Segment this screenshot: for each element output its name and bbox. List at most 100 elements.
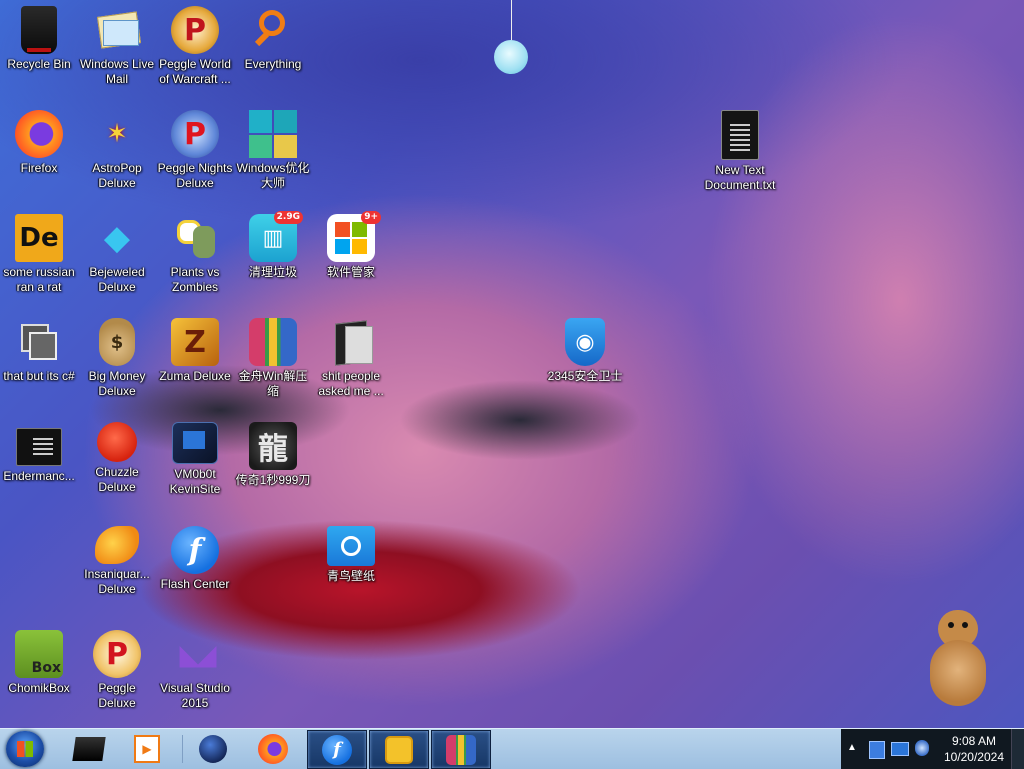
icon-label: Visual Studio 2015 [160, 681, 230, 710]
taskbar-app-console[interactable] [60, 730, 118, 767]
globe-icon [199, 734, 227, 763]
desktop-icon-2345-security[interactable]: ◉ 2345安全卫士 [546, 316, 624, 384]
icon-label: Firefox [20, 161, 58, 175]
icon-label: shit people asked me ... [318, 369, 384, 398]
icon-label: AstroPop Deluxe [92, 161, 142, 190]
desktop-icon-new-text-document[interactable]: New Text Document.txt [701, 108, 779, 192]
icon-label: Peggle World of Warcraft ... [159, 57, 231, 86]
magnifier-icon [249, 6, 297, 54]
clock[interactable]: 9:08 AM 10/20/2024 [944, 733, 1004, 765]
clock-date: 10/20/2024 [943, 750, 1004, 764]
system-tray: ▲ 9:08 AM 10/20/2024 [841, 729, 1024, 769]
windows-stack-icon [15, 318, 63, 366]
hanging-bird-ornament [511, 0, 512, 40]
start-button[interactable] [6, 731, 44, 767]
firefox-icon [15, 110, 63, 158]
icon-label: Plants vs Zombies [170, 265, 220, 294]
desktop-icon-peggle-nights-deluxe[interactable]: P Peggle Nights Deluxe [156, 108, 234, 190]
taskbar-app-media-player[interactable]: ▶ [118, 730, 176, 767]
media-player-icon: ▶ [134, 734, 160, 763]
chomikbox-icon: Box [15, 630, 63, 678]
desktop-icon-windows-optimizer[interactable]: Windows优化大师 [234, 108, 312, 190]
zuma-icon: Z [171, 318, 219, 366]
archive-icon [249, 318, 297, 366]
recycle-bin-icon [21, 6, 57, 54]
taskbar-app-globe[interactable] [184, 730, 242, 767]
icon-label: New Text Document.txt [704, 163, 776, 192]
desktop-icon-bluebird-wallpaper[interactable]: 青鸟壁纸 [312, 524, 390, 584]
icon-label: ChomikBox [8, 681, 70, 695]
desktop-icon-legend-game[interactable]: 龍 传奇1秒999刀 [234, 420, 312, 488]
desktop-icon-vm0b0t-kevinsite[interactable]: VM0b0t KevinSite [156, 420, 234, 496]
desktop-icon-shit-people-asked-me[interactable]: shit people asked me ... [312, 316, 390, 398]
desktop-icon-peggle-deluxe[interactable]: P Peggle Deluxe [78, 628, 156, 710]
icon-label: 金舟Win解压缩 [238, 369, 308, 398]
taskbar-app-flash-center[interactable]: f [307, 730, 367, 769]
desktop-icon-insaniquarium-deluxe[interactable]: Insaniquar... Deluxe [78, 524, 156, 596]
icon-label: Big Money Deluxe [88, 369, 146, 398]
desktop-icon-software-manager[interactable]: 9+ 软件管家 [312, 211, 390, 280]
icon-label: Peggle Deluxe [98, 681, 136, 710]
icon-label: Windows Live Mail [79, 57, 155, 86]
show-desktop-button[interactable] [1011, 729, 1024, 769]
tray-app-icon[interactable] [869, 741, 885, 759]
desktop-icon-big-money-deluxe[interactable]: $ Big Money Deluxe [78, 316, 156, 398]
desktop-icon-chomikbox[interactable]: Box ChomikBox [0, 628, 78, 696]
icon-label: Flash Center [160, 577, 230, 591]
mail-icon [93, 6, 142, 54]
folder-icon [327, 318, 375, 366]
desktop-icon-bejeweled-deluxe[interactable]: ◆ Bejeweled Deluxe [78, 212, 156, 294]
desktop-icon-astropop-deluxe[interactable]: ✶ AstroPop Deluxe [78, 108, 156, 190]
hamster-desktop-pet[interactable] [920, 610, 992, 710]
desktop-icon-that-but-its-csharp[interactable]: that but its c# [0, 316, 78, 384]
desktop-icon-clean-junk[interactable]: ▥ 2.9G 清理垃圾 [234, 211, 312, 280]
money-bag-icon: $ [99, 318, 135, 366]
desktop-icon-recycle-bin[interactable]: Recycle Bin [0, 4, 78, 72]
taskbar-app-archive[interactable] [431, 730, 491, 769]
desktop-icon-everything[interactable]: Everything [234, 4, 312, 72]
pvz-icon [171, 214, 219, 262]
show-hidden-icons-arrow[interactable]: ▲ [847, 742, 857, 753]
de-app-icon: De [15, 214, 63, 262]
icon-label: 清理垃圾 [248, 265, 297, 279]
desktop-icon-visual-studio-2015[interactable]: ◣◢ Visual Studio 2015 [156, 628, 234, 710]
peggle-wow-icon: P [171, 6, 219, 54]
desktop-icon-zuma-deluxe[interactable]: Z Zuma Deluxe [156, 316, 234, 384]
desktop-icon-peggle-world-of-warcraft[interactable]: P Peggle World of Warcraft ... [156, 4, 234, 86]
taskbar-separator [182, 735, 183, 763]
taskbar-app-firefox[interactable] [244, 730, 302, 767]
icon-label: Chuzzle Deluxe [95, 465, 139, 494]
icon-label: 传奇1秒999刀 [235, 473, 311, 487]
icon-label: Everything [244, 57, 302, 71]
wallpaper-app-icon [385, 735, 413, 764]
vm-monitor-icon [172, 422, 218, 464]
volume-icon[interactable] [915, 740, 929, 756]
icon-label: Insaniquar... Deluxe [84, 567, 150, 596]
desktop-icon-flash-center[interactable]: f Flash Center [156, 524, 234, 592]
icon-label: that but its c# [3, 369, 75, 383]
taskbar-app-wallpaper[interactable] [369, 730, 429, 769]
desktop-icon-winrar-decompress[interactable]: 金舟Win解压缩 [234, 316, 312, 398]
icon-label: Bejeweled Deluxe [89, 265, 145, 294]
network-icon[interactable] [891, 742, 909, 756]
desktop-icon-endermanch[interactable]: Endermanc... [0, 420, 78, 484]
windows-tiles-icon [249, 110, 297, 158]
console-icon [16, 428, 62, 466]
desktop-icon-some-russian-ran-a-rat[interactable]: De some russian ran a rat [0, 212, 78, 294]
icon-label: VM0b0t KevinSite [169, 467, 221, 496]
gem-icon: ◆ [103, 218, 131, 258]
astropop-icon: ✶ [106, 119, 128, 149]
desktop-icon-windows-live-mail[interactable]: Windows Live Mail [78, 4, 156, 86]
desktop-icon-chuzzle-deluxe[interactable]: Chuzzle Deluxe [78, 420, 156, 494]
junk-size-badge: 2.9G [273, 211, 303, 224]
desktop-icon-plants-vs-zombies[interactable]: Plants vs Zombies [156, 212, 234, 294]
black-box-icon [72, 736, 106, 761]
text-file-icon [721, 110, 759, 160]
peggle-nights-icon: P [171, 110, 219, 158]
archive-icon [446, 734, 476, 765]
desktop-icon-firefox[interactable]: Firefox [0, 108, 78, 176]
icon-label: Zuma Deluxe [159, 369, 231, 383]
flash-icon: f [322, 734, 352, 765]
wallpaper-app-icon [327, 526, 375, 566]
flash-icon: f [171, 526, 219, 574]
